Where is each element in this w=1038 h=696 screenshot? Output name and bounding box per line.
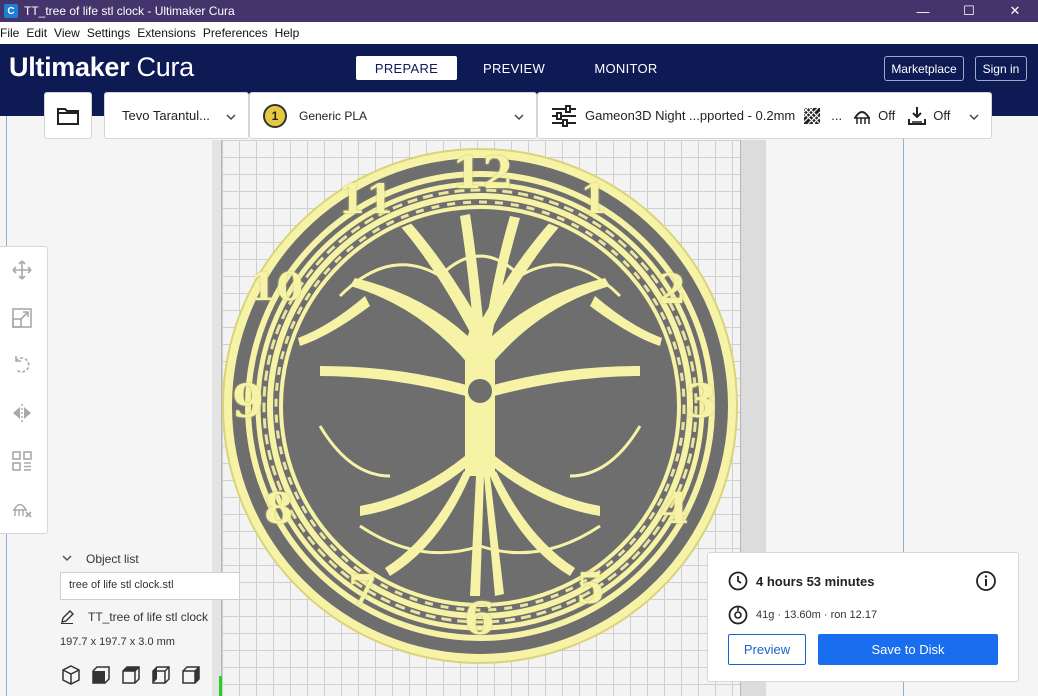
- chevron-down-icon: [514, 114, 524, 121]
- clock-icon: [728, 571, 748, 591]
- menu-bar: File Edit View Settings Extensions Prefe…: [0, 22, 1038, 44]
- object-list-toggle[interactable]: Object list: [60, 552, 139, 566]
- window-title: TT_tree of life stl clock - Ultimaker Cu…: [24, 4, 235, 18]
- menu-preferences[interactable]: Preferences: [203, 26, 268, 40]
- support-blocker-icon: [13, 503, 32, 518]
- scale-tool[interactable]: [10, 306, 34, 330]
- tab-preview[interactable]: PREVIEW: [470, 56, 558, 80]
- print-time: 4 hours 53 minutes: [756, 573, 875, 589]
- job-name: TT_tree of life stl clock: [88, 610, 209, 624]
- view-left-button[interactable]: [150, 664, 172, 686]
- tab-monitor[interactable]: MONITOR: [582, 56, 670, 80]
- scale-icon: [12, 308, 32, 328]
- window-titlebar: C TT_tree of life stl clock - Ultimaker …: [0, 0, 1038, 22]
- move-icon: [12, 260, 32, 280]
- filament-spool-icon: [728, 605, 748, 625]
- tool-panel: [0, 246, 48, 534]
- chevron-down-icon: [62, 555, 72, 562]
- cube-top-icon: [122, 666, 140, 684]
- model-dimensions: 197.7 x 197.7 x 3.0 mm: [60, 636, 175, 648]
- chevron-down-icon: [226, 114, 236, 121]
- view-front-button[interactable]: [90, 664, 112, 686]
- menu-file[interactable]: File: [0, 26, 19, 40]
- print-settings-selector[interactable]: Gameon3D Night ...pported - 0.2mm ... Of…: [537, 92, 992, 139]
- view-orientation-buttons: [60, 664, 210, 686]
- menu-settings[interactable]: Settings: [87, 26, 130, 40]
- job-name-row[interactable]: TT_tree of life stl clock: [60, 610, 208, 624]
- per-model-settings-icon: [12, 451, 32, 471]
- cube-left-icon: [152, 666, 170, 684]
- menu-help[interactable]: Help: [275, 26, 300, 40]
- maximize-button[interactable]: ☐: [946, 0, 992, 22]
- adhesion-value: Off: [933, 108, 951, 123]
- printer-selector[interactable]: Tevo Tarantul...: [104, 92, 249, 139]
- profile-name: Gameon3D Night ...pported - 0.2mm: [585, 108, 796, 123]
- infill-icon: [803, 107, 821, 124]
- printer-name: Tevo Tarantul...: [122, 108, 210, 123]
- menu-view[interactable]: View: [54, 26, 80, 40]
- save-to-disk-button[interactable]: Save to Disk: [818, 634, 998, 665]
- info-icon[interactable]: [975, 570, 997, 592]
- rotate-icon: [15, 356, 30, 373]
- cube-right-icon: [182, 666, 200, 684]
- material-selector[interactable]: 1 Generic PLA: [249, 92, 537, 139]
- sign-in-button[interactable]: Sign in: [975, 56, 1027, 81]
- view-3d-button[interactable]: [60, 664, 82, 686]
- cube-front-icon: [92, 666, 110, 684]
- rotate-tool[interactable]: [10, 353, 34, 377]
- cube-3d-icon: [62, 665, 80, 685]
- infill-value: ...: [831, 108, 843, 123]
- cura-app-icon: C: [4, 4, 18, 18]
- support-icon: [854, 110, 871, 124]
- tab-prepare[interactable]: PREPARE: [356, 56, 457, 80]
- object-list-panel: Object list tree of life stl clock.stl T…: [60, 548, 260, 696]
- view-right-button[interactable]: [180, 664, 202, 686]
- material-usage: 41g · 13.60m · ron 12.17: [756, 609, 878, 621]
- support-blocker-tool[interactable]: [10, 497, 34, 521]
- pencil-icon: [61, 610, 74, 624]
- settings-sliders-icon: [552, 104, 576, 127]
- object-list-heading: Object list: [86, 552, 139, 566]
- support-value: Off: [878, 108, 896, 123]
- move-tool[interactable]: [10, 258, 34, 282]
- open-file-button[interactable]: [44, 92, 92, 139]
- close-button[interactable]: ✕: [992, 0, 1038, 22]
- ultimaker-cura-logo: Ultimaker Cura: [9, 52, 194, 82]
- material-name: Generic PLA: [299, 108, 368, 123]
- adhesion-icon: [908, 106, 927, 125]
- view-top-button[interactable]: [120, 664, 142, 686]
- marketplace-button[interactable]: Marketplace: [884, 56, 964, 81]
- extruder-badge: 1: [263, 103, 287, 128]
- preview-button[interactable]: Preview: [728, 634, 806, 665]
- print-information-panel: 4 hours 53 minutes 41g · 13.60m · ron 12…: [707, 552, 1019, 682]
- tree-of-life-clock-model[interactable]: [220, 146, 750, 696]
- chevron-down-icon: [969, 114, 979, 121]
- menu-extensions[interactable]: Extensions: [137, 26, 196, 40]
- mirror-tool[interactable]: [10, 401, 34, 425]
- object-list-item[interactable]: tree of life stl clock.stl: [60, 572, 240, 600]
- mirror-icon: [13, 404, 31, 422]
- minimize-button[interactable]: —: [900, 0, 946, 22]
- per-model-settings-tool[interactable]: [10, 449, 34, 473]
- folder-icon: [57, 107, 79, 125]
- menu-edit[interactable]: Edit: [26, 26, 47, 40]
